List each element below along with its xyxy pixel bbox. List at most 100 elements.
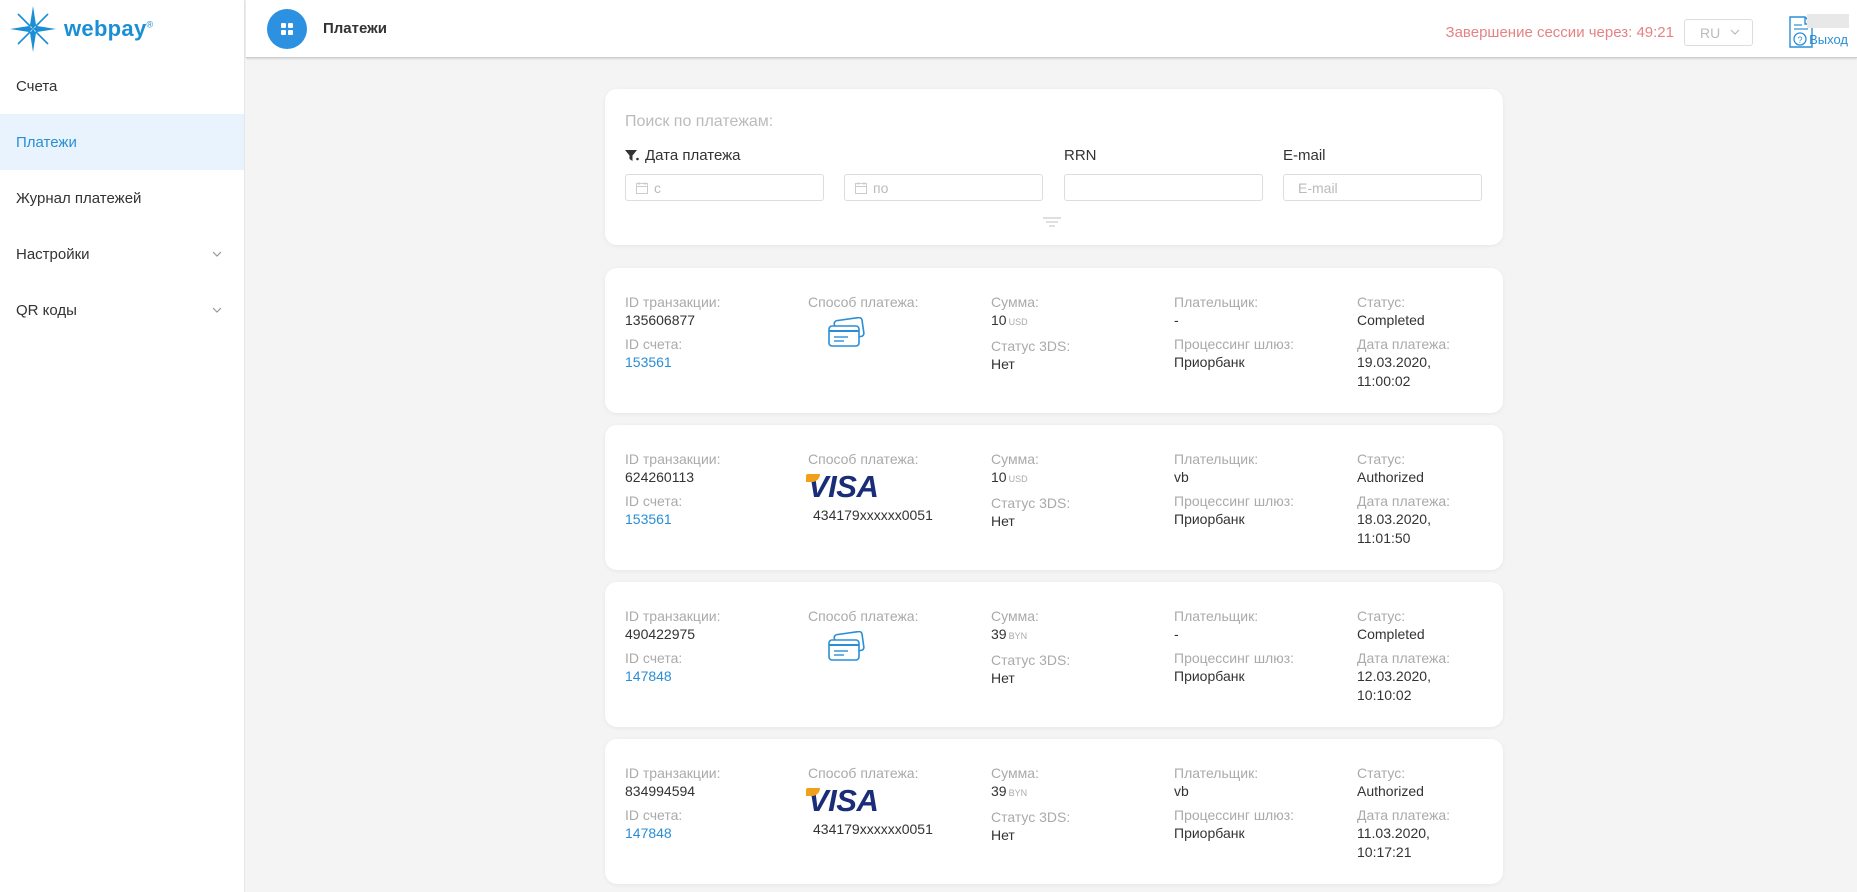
sidebar-item-label: Платежи xyxy=(16,133,77,151)
invoice-id-label: ID счета: xyxy=(625,336,683,352)
payment-search-panel: Поиск по платежам: Дата платежа RRN E-ma… xyxy=(605,89,1503,245)
transaction-id-label: ID транзакции: xyxy=(625,765,721,781)
webpay-star-icon xyxy=(10,6,56,52)
chevron-down-icon xyxy=(212,307,222,313)
payment-method-column: Способ платежа: VISA 434179xxxxxx0051 xyxy=(806,764,933,837)
sidebar-nav: Счета Платежи Журнал платежей Настройки QR к… xyxy=(0,58,244,338)
payment-date: 19.03.2020, xyxy=(1357,354,1431,370)
credit-card-icon xyxy=(828,316,865,347)
status-label: Статус: xyxy=(1357,294,1406,310)
invoice-id-label: ID счета: xyxy=(625,650,683,666)
top-bar: Платежи Завершение сессии через: 49:21 R… xyxy=(246,0,1857,58)
credit-card-icon xyxy=(828,630,865,661)
transaction-id: 624260113 xyxy=(625,469,695,485)
amount-label: Сумма: xyxy=(991,765,1039,781)
language-value: RU xyxy=(1700,24,1721,41)
payment-time: 10:17:21 xyxy=(1357,844,1412,860)
invoice-id-link[interactable]: 153561 xyxy=(625,353,720,372)
status-value: Completed xyxy=(1357,626,1425,642)
transaction-id: 490422975 xyxy=(625,626,696,642)
card-number: 434179xxxxxx0051 xyxy=(813,507,933,523)
invoice-id-link[interactable]: 153561 xyxy=(625,510,720,529)
transaction-id-column: ID транзакции: 624260113 ID счета: 153561 xyxy=(625,450,720,534)
invoice-id-link[interactable]: 147848 xyxy=(625,824,720,843)
transaction-card[interactable]: ID транзакции: 834994594 ID счета: 147848 Сп… xyxy=(605,739,1503,884)
invoice-id-label: ID счета: xyxy=(625,493,683,509)
apps-menu-button[interactable] xyxy=(267,8,307,49)
amount-label: Сумма: xyxy=(991,294,1039,310)
status-value: Authorized xyxy=(1357,783,1424,799)
sidebar-item-label: QR коды xyxy=(16,301,77,319)
invoice-id-link[interactable]: 147848 xyxy=(625,667,720,686)
amount-value: 10 USD xyxy=(991,469,1028,485)
payment-date: 12.03.2020, xyxy=(1357,668,1431,684)
status-column: Статус: Authorized Дата платежа: 18.03.2020… xyxy=(1357,450,1450,553)
payer-column: Плательщик: vb Процессинг шлюз: Приорбанк xyxy=(1174,450,1294,534)
calendar-icon xyxy=(855,181,867,194)
payment-date: 11.03.2020, xyxy=(1357,825,1430,841)
payment-date-label: Дата платежа: xyxy=(1357,493,1451,509)
amount-column: Сумма: 39 BYN Статус 3DS: Нет xyxy=(991,764,1070,850)
chevron-down-icon xyxy=(1730,29,1740,35)
status-label: Статус: xyxy=(1357,765,1406,781)
payer-value: vb xyxy=(1174,469,1189,485)
status-column: Статус: Completed Дата платежа: 19.03.2020,… xyxy=(1357,293,1450,396)
webpay-logo[interactable]: webpay® xyxy=(0,0,244,58)
payment-time: 10:10:02 xyxy=(1357,687,1412,703)
payment-time: 11:00:02 xyxy=(1357,373,1411,389)
payer-label: Плательщик: xyxy=(1174,451,1259,467)
grid-icon xyxy=(281,22,293,35)
status-label: Статус: xyxy=(1357,451,1406,467)
payment-date: 18.03.2020, xyxy=(1357,511,1431,527)
amount-value: 10 USD xyxy=(991,312,1028,328)
payer-label: Плательщик: xyxy=(1174,608,1259,624)
sidebar-item[interactable]: Журнал платежей xyxy=(0,170,244,226)
payment-method-column: Способ платежа: VISA 434179xxxxxx0051 xyxy=(806,450,933,523)
chevron-down-icon xyxy=(212,251,222,257)
invoice-id-label: ID счета: xyxy=(625,807,683,823)
payer-label: Плательщик: xyxy=(1174,294,1259,310)
email-label: E-mail xyxy=(1283,147,1326,164)
payer-column: Плательщик: - Процессинг шлюз: Приорбанк xyxy=(1174,607,1294,691)
status-value: Completed xyxy=(1357,312,1425,328)
payment-method-label: Способ платежа: xyxy=(808,451,919,467)
gateway-value: Приорбанк xyxy=(1174,354,1245,370)
gateway-label: Процессинг шлюз: xyxy=(1174,807,1295,823)
logout-link[interactable]: Выход xyxy=(1809,32,1848,47)
status-value: Authorized xyxy=(1357,469,1424,485)
amount-value: 39 BYN xyxy=(991,626,1028,642)
transaction-id-label: ID транзакции: xyxy=(625,451,721,467)
payer-value: vb xyxy=(1174,783,1189,799)
status-column: Статус: Authorized Дата платежа: 11.03.2020… xyxy=(1357,764,1450,867)
expand-filters-icon[interactable] xyxy=(1042,217,1062,227)
page-title: Платежи xyxy=(323,20,387,37)
sidebar-item[interactable]: QR коды xyxy=(0,282,244,338)
transaction-card[interactable]: ID транзакции: 490422975 ID счета: 147848 Сп… xyxy=(605,582,1503,727)
transaction-card[interactable]: ID транзакции: 135606877 ID счета: 153561 Сп… xyxy=(605,268,1503,413)
language-select[interactable]: RU xyxy=(1684,19,1753,46)
transaction-id-label: ID транзакции: xyxy=(625,608,721,624)
visa-logo-icon: VISA xyxy=(806,783,879,818)
sidebar-item[interactable]: Платежи xyxy=(0,114,244,170)
gateway-label: Процессинг шлюз: xyxy=(1174,650,1295,666)
date-to-input[interactable]: по xyxy=(844,174,1043,201)
status-3ds-label: Статус 3DS: xyxy=(991,809,1071,825)
payer-label: Плательщик: xyxy=(1174,765,1259,781)
transaction-card[interactable]: ID транзакции: 624260113 ID счета: 153561 Сп… xyxy=(605,425,1503,570)
email-input[interactable]: E-mail xyxy=(1283,174,1482,201)
session-timer: Завершение сессии через: 49:21 xyxy=(1445,24,1674,41)
amount-value: 39 BYN xyxy=(991,783,1028,799)
transaction-id: 834994594 xyxy=(625,783,696,799)
rrn-input[interactable] xyxy=(1064,174,1263,201)
sidebar-item[interactable]: Счета xyxy=(0,58,244,114)
status-column: Статус: Completed Дата платежа: 12.03.2020,… xyxy=(1357,607,1450,710)
status-3ds-value: Нет xyxy=(991,513,1015,529)
status-3ds-value: Нет xyxy=(991,356,1015,372)
currency: USD xyxy=(1008,474,1028,484)
status-3ds-value: Нет xyxy=(991,670,1015,686)
date-from-input[interactable]: с xyxy=(625,174,824,201)
date-filter-label: Дата платежа xyxy=(625,147,741,164)
sidebar-item[interactable]: Настройки xyxy=(0,226,244,282)
currency: USD xyxy=(1008,317,1028,327)
amount-label: Сумма: xyxy=(991,608,1039,624)
